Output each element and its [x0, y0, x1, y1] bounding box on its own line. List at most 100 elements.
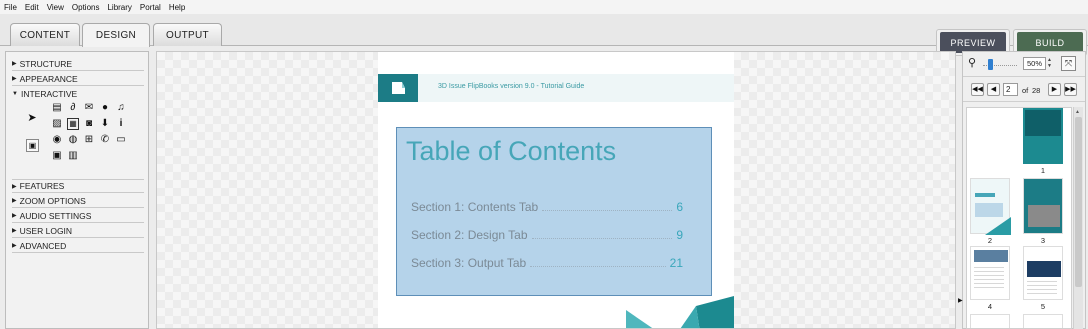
toc-label: Section 3: Output Tab [411, 256, 527, 270]
info-icon[interactable]: i [115, 118, 127, 130]
thumbnail-number: 2 [987, 236, 993, 245]
toc-row: Section 3: Output Tab 21 [411, 254, 683, 270]
menu-file[interactable]: File [4, 3, 17, 12]
expand-arrow-icon: ▶ [12, 61, 17, 67]
cart-icon[interactable]: ▭ [115, 134, 127, 146]
comment-icon[interactable]: ● [99, 102, 111, 114]
menu-edit[interactable]: Edit [25, 3, 39, 12]
pager-total: 28 [1032, 86, 1041, 95]
thumbnail-image [1027, 261, 1061, 277]
page-link-icon[interactable]: ▤ [51, 102, 63, 114]
download-icon[interactable]: ⬇ [99, 118, 111, 130]
section-structure[interactable]: ▶ STRUCTURE [12, 57, 144, 71]
tab-content[interactable]: CONTENT [10, 23, 80, 46]
pager-row: ◀◀ ◀ 2 of 28 ▶ ▶▶ [963, 78, 1085, 102]
thumbnail-page-4[interactable] [970, 246, 1010, 300]
tabs-bar: CONTENT DESIGN OUTPUT PREVIEW BUILD [0, 14, 1088, 56]
article-icon[interactable]: ▥ [67, 150, 79, 162]
thumbnail-page-3[interactable] [1023, 178, 1063, 234]
section-label: APPEARANCE [19, 73, 78, 84]
html5-icon[interactable]: ◙ [83, 118, 95, 130]
embed-icon[interactable]: ⊞ [83, 134, 95, 146]
popup-icon[interactable]: ▣ [51, 150, 63, 162]
toc-selection-box[interactable]: Table of Contents Section 1: Contents Ta… [396, 127, 712, 296]
preview-button[interactable]: PREVIEW [940, 32, 1006, 53]
logo-icon [378, 74, 418, 102]
menu-options[interactable]: Options [72, 3, 100, 12]
section-audio-settings[interactable]: ▶ AUDIO SETTINGS [12, 209, 144, 223]
section-advanced[interactable]: ▶ ADVANCED [12, 239, 144, 253]
thumbnail-shapes [985, 217, 1011, 235]
web-link-icon[interactable]: ∂ [67, 102, 79, 114]
next-page-icon[interactable]: ▶ [1048, 83, 1061, 96]
menu-help[interactable]: Help [169, 3, 185, 12]
toc-leader [542, 210, 673, 211]
thumbnail-page-6[interactable] [970, 314, 1010, 328]
section-label: USER LOGIN [19, 225, 73, 236]
toc-row: Section 1: Contents Tab 6 [411, 198, 683, 214]
thumbnail-page-2[interactable] [970, 178, 1011, 235]
scrollbar-thumb[interactable] [1075, 117, 1082, 287]
zoom-stepper[interactable]: ▲ ▼ [1047, 57, 1054, 70]
audio-icon[interactable]: ♫ [115, 102, 127, 114]
expand-arrow-icon: ▶ [12, 213, 17, 219]
image-icon[interactable]: ▨ [51, 118, 63, 130]
editor-canvas[interactable]: 3D Issue FlipBooks version 9.0 - Tutoria… [156, 51, 956, 329]
toc-row: Section 2: Design Tab 9 [411, 226, 683, 242]
section-zoom-options[interactable]: ▶ ZOOM OPTIONS [12, 194, 144, 208]
magnifier-icon: ⚲ [968, 57, 977, 69]
toc-page-number: 21 [669, 256, 683, 270]
section-user-login[interactable]: ▶ USER LOGIN [12, 224, 144, 238]
collapse-panel-icon[interactable]: ▶ [958, 297, 963, 304]
tab-design[interactable]: DESIGN [82, 23, 150, 47]
thumbnails-scrollbar[interactable]: ▲ [1073, 107, 1083, 329]
fit-to-screen-icon[interactable]: ⤧ [1061, 56, 1076, 71]
expand-arrow-icon: ▶ [12, 183, 17, 190]
page-header-text: 3D Issue FlipBooks version 9.0 - Tutoria… [438, 83, 585, 90]
email-link-icon[interactable]: ✉ [83, 102, 95, 114]
thumbnail-number: 1 [1040, 166, 1046, 175]
lock-icon[interactable]: ▣ [26, 139, 39, 152]
page-number-input[interactable]: 2 [1003, 83, 1018, 96]
zoom-percent-field[interactable]: 50% [1023, 57, 1046, 70]
menu-view[interactable]: View [47, 3, 64, 12]
section-features[interactable]: ▶ FEATURES [12, 179, 144, 193]
collapse-arrow-icon: ▼ [12, 91, 18, 97]
section-appearance[interactable]: ▶ APPEARANCE [12, 72, 144, 86]
gallery-icon[interactable]: ◉ [51, 134, 63, 146]
section-interactive[interactable]: ▼ INTERACTIVE [12, 87, 144, 101]
scroll-up-icon[interactable]: ▲ [1075, 109, 1080, 115]
flipbook-page[interactable]: 3D Issue FlipBooks version 9.0 - Tutoria… [378, 52, 734, 328]
thumbnail-number: 5 [1040, 302, 1046, 311]
last-page-icon[interactable]: ▶▶ [1064, 83, 1077, 96]
first-page-icon[interactable]: ◀◀ [971, 83, 984, 96]
thumbnail-image [1028, 205, 1060, 227]
zoom-slider-handle[interactable] [988, 59, 993, 70]
menu-bar: File Edit View Options Library Portal He… [0, 0, 1088, 14]
thumbnail-text [975, 203, 1003, 217]
expand-arrow-icon: ▶ [12, 198, 17, 204]
expand-arrow-icon: ▶ [12, 76, 17, 82]
zoom-row: ⚲ 50% ▲ ▼ ⤧ [963, 52, 1085, 77]
page-thumbnails[interactable]: 1 2 3 4 5 [966, 107, 1072, 329]
thumbnail-page-7[interactable] [1023, 314, 1063, 328]
decorative-shapes [626, 296, 734, 328]
build-button[interactable]: BUILD [1017, 32, 1083, 53]
pointer-tool-icon[interactable]: ➤ [26, 112, 38, 124]
tab-output[interactable]: OUTPUT [153, 23, 222, 46]
thumbnail-number: 4 [987, 302, 993, 311]
thumbnail-image [974, 250, 1008, 262]
thumbnail-page-5[interactable] [1023, 246, 1063, 300]
phone-icon[interactable]: ✆ [99, 134, 111, 146]
video-icon[interactable]: ▦ [67, 118, 79, 130]
menu-library[interactable]: Library [107, 3, 131, 12]
menu-portal[interactable]: Portal [140, 3, 161, 12]
youtube-icon[interactable]: ◍ [67, 134, 79, 146]
thumbnail-number: 3 [1040, 236, 1046, 245]
toc-page-number: 9 [676, 228, 683, 242]
prev-page-icon[interactable]: ◀ [987, 83, 1000, 96]
thumbnail-page-1[interactable] [1023, 108, 1063, 164]
expand-arrow-icon: ▶ [12, 228, 17, 234]
page-header: 3D Issue FlipBooks version 9.0 - Tutoria… [378, 74, 734, 102]
toc-leader [530, 266, 666, 267]
